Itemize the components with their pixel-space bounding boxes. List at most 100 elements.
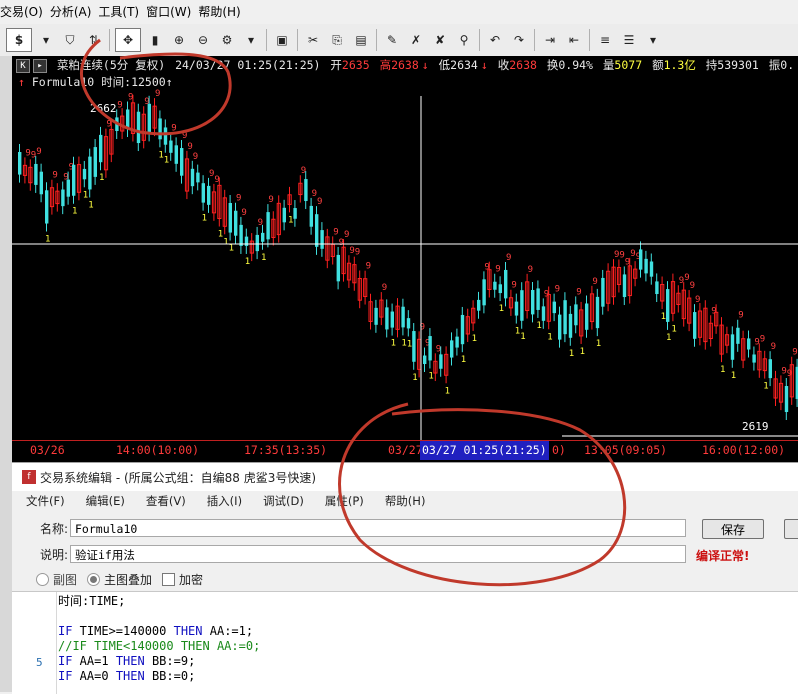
candle-body (245, 237, 248, 246)
signal-9-label: 9 (236, 194, 241, 204)
candle-body (304, 179, 307, 201)
candle-body (482, 279, 485, 305)
cursor-icon[interactable]: ▮ (145, 29, 165, 51)
main-overlay-radio[interactable] (87, 573, 100, 586)
signal-9-label: 9 (36, 147, 41, 157)
menu-analysis[interactable]: 分析(A) (50, 0, 99, 24)
candle-body (61, 190, 64, 207)
menu-help[interactable]: 帮助(H) (198, 0, 247, 24)
signal-9-label: 9 (187, 142, 192, 152)
candle-body (736, 328, 739, 344)
signal-9-label: 9 (355, 248, 360, 258)
turnover-label: 换 (547, 58, 559, 72)
candle-body (207, 186, 210, 205)
cursor-time-tick: 03/27 01:25(21:25) (420, 441, 549, 460)
editor-menu-edit[interactable]: 编辑(E) (86, 493, 125, 509)
dropdown-icon[interactable]: ▾ (643, 29, 663, 51)
code-keyword: THEN (116, 669, 145, 683)
editor-menu-properties[interactable]: 属性(P) (325, 493, 364, 509)
sub-chart-radio[interactable] (36, 573, 49, 586)
name-label: 名称: (12, 520, 68, 537)
candle-body (256, 235, 259, 251)
move-icon[interactable]: ✥ (115, 28, 141, 52)
menu-trade[interactable]: 交易(O) (0, 0, 50, 24)
candle-body (752, 354, 755, 362)
outdent-icon[interactable]: ⇤ (564, 29, 584, 51)
zoom-out-icon[interactable]: ⊖ (193, 29, 213, 51)
extra-button[interactable] (784, 519, 798, 539)
candle-body (666, 289, 669, 322)
toolbar-separator (376, 29, 377, 51)
zoom-in-icon[interactable]: ⊕ (169, 29, 189, 51)
candle-body (477, 300, 480, 311)
dollar-icon[interactable]: $ (6, 28, 32, 52)
binoculars-icon[interactable]: ⚲ (454, 29, 474, 51)
editor-menu-help[interactable]: 帮助(H) (385, 493, 426, 509)
time-axis: 03/26 14:00(10:00) 17:35(13:35) 03/27 03… (12, 440, 798, 461)
main-menubar: 交易(O) 分析(A) 工具(T) 窗口(W) 帮助(H) (0, 0, 798, 24)
cut-icon[interactable]: ✂ (303, 29, 323, 51)
list-icon[interactable]: ≡ (595, 29, 615, 51)
gear-icon[interactable]: ⚙ (217, 29, 237, 51)
save-icon[interactable]: ▣ (272, 29, 292, 51)
indent-icon[interactable]: ⇥ (540, 29, 560, 51)
encrypt-checkbox[interactable] (162, 573, 175, 586)
signal-1-label: 1 (288, 215, 293, 225)
menu-window[interactable]: 窗口(W) (146, 0, 198, 24)
menu-tools[interactable]: 工具(T) (98, 0, 146, 24)
candle-body (407, 318, 410, 328)
dropdown-icon[interactable]: ▾ (36, 29, 56, 51)
signal-1-label: 1 (72, 207, 77, 217)
open-value: 2635 (342, 58, 370, 72)
candle-body (45, 190, 48, 223)
signal-1-label: 1 (461, 355, 466, 365)
code-editor[interactable]: 5 时间:TIME; IF TIME>=140000 THEN AA:=1; /… (12, 591, 798, 694)
candle-body (72, 165, 75, 196)
chart-menu-icon[interactable]: ▸ (33, 59, 47, 73)
signal-9-label: 9 (366, 262, 371, 272)
kline-type-icon[interactable]: K (16, 59, 30, 73)
open-label: 开 (330, 58, 342, 72)
list2-icon[interactable]: ☰ (619, 29, 639, 51)
editor-app-icon: f (22, 470, 36, 484)
line-number: 5 (36, 656, 43, 669)
draw-x-icon[interactable]: ✘ (430, 29, 450, 51)
kline-chart-panel[interactable]: 9991999111199999119999199111991919199999… (12, 56, 798, 462)
save-button[interactable]: 保存 (702, 519, 764, 539)
copy-icon[interactable]: ⎘ (327, 29, 347, 51)
candle-body (558, 315, 561, 340)
refresh-icon[interactable]: ⇅ (84, 29, 104, 51)
candle-body (639, 249, 642, 269)
candle-body (229, 203, 232, 233)
draw-icon[interactable]: ✎ (382, 29, 402, 51)
dropdown-icon[interactable]: ▾ (241, 29, 261, 51)
candle-body (769, 359, 772, 378)
editor-menu-debug[interactable]: 调试(D) (263, 493, 304, 509)
code-text: BB:=0; (145, 669, 196, 683)
draw-cross-icon[interactable]: ✗ (406, 29, 426, 51)
candlestick-chart[interactable]: 9991999111199999119999199111991919199999… (12, 56, 798, 440)
filter-icon[interactable]: ⛉ (60, 29, 80, 51)
editor-menu-view[interactable]: 查看(V) (146, 493, 186, 509)
code-text: AA:=1; (203, 624, 254, 638)
code-text: TIME>=140000 (72, 624, 173, 638)
name-row: 名称: Formula10 (12, 519, 686, 537)
arrow-up-icon: ↑ (18, 75, 25, 89)
candle-body (320, 230, 323, 249)
candle-body (536, 288, 539, 310)
editor-menu-insert[interactable]: 插入(I) (207, 493, 242, 509)
signal-1-label: 1 (412, 373, 417, 383)
name-field[interactable]: Formula10 (70, 519, 686, 537)
candle-body (693, 312, 696, 339)
signal-9-label: 9 (495, 265, 500, 275)
editor-menu-file[interactable]: 文件(F) (26, 493, 65, 509)
undo-icon[interactable]: ↶ (485, 29, 505, 51)
code-line: 时间:TIME; (58, 594, 125, 609)
candle-body (94, 147, 97, 177)
candle-body (337, 255, 340, 281)
description-field[interactable]: 验证if用法 (70, 545, 686, 563)
candle-body (504, 270, 507, 298)
redo-icon[interactable]: ↷ (509, 29, 529, 51)
candle-body (126, 109, 129, 128)
paste-icon[interactable]: ▤ (351, 29, 371, 51)
